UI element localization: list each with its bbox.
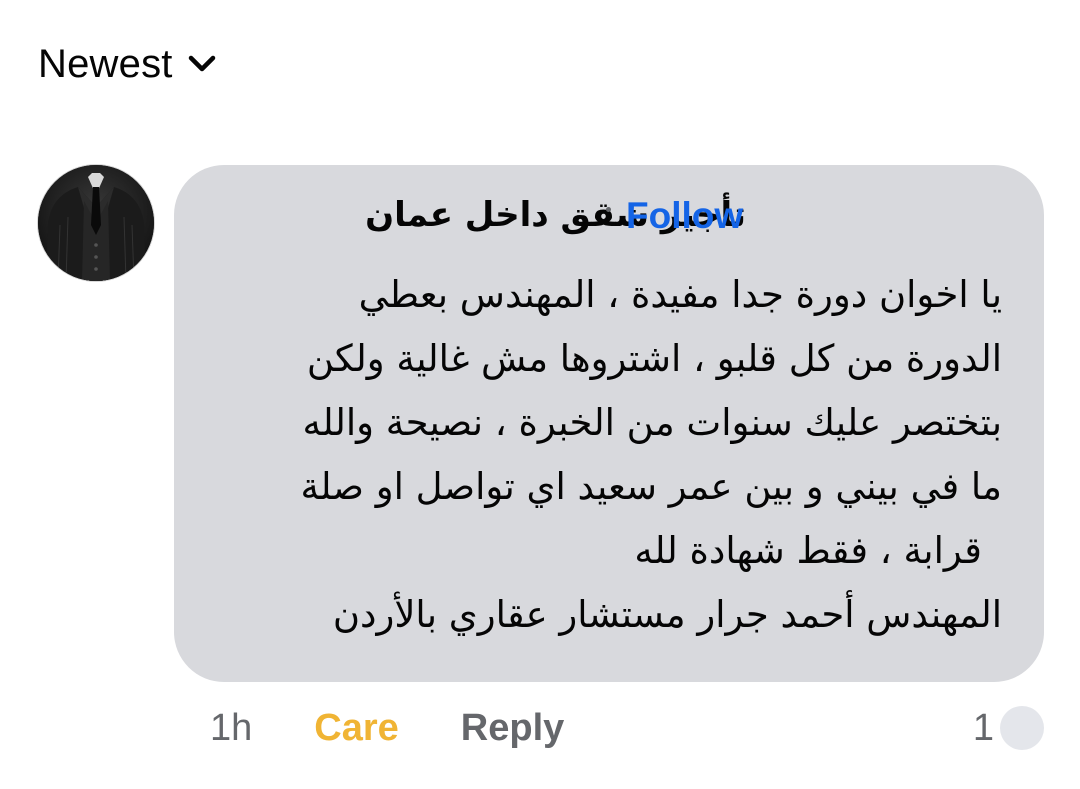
avatar-image xyxy=(38,165,154,281)
comment-actions: 1h Care Reply xyxy=(210,700,564,756)
reaction-summary[interactable]: 1 xyxy=(973,700,1044,756)
reaction-count: 1 xyxy=(972,706,994,749)
comment-timestamp[interactable]: 1h xyxy=(210,707,252,750)
sort-dropdown[interactable]: Newest xyxy=(38,38,217,90)
comment-line: قرابة ، فقط شهادة لله xyxy=(634,529,982,572)
comment-line: يا اخوان دورة جدا مفيدة ، المهندس بعطي xyxy=(358,273,1002,316)
separator-dot xyxy=(606,207,611,212)
comment-line: بتختصر عليك سنوات من الخبرة ، نصيحة والل… xyxy=(302,401,1002,444)
comment-bubble: تأجير شقق داخل عمان Follow يا اخوان دورة… xyxy=(174,165,1044,682)
comment-line: الدورة من كل قلبو ، اشتروها مش غالية ولك… xyxy=(306,337,1002,380)
comment-line: المهندس أحمد جرار مستشار عقاري بالأردن xyxy=(332,593,1002,636)
comment-line: ما في بيني و بين عمر سعيد اي تواصل او صل… xyxy=(300,465,1002,508)
comment-text: يا اخوان دورة جدا مفيدة ، المهندس بعطي ا… xyxy=(210,263,1002,647)
chevron-down-icon xyxy=(187,49,217,79)
follow-button[interactable]: Follow xyxy=(626,195,743,237)
reply-button[interactable]: Reply xyxy=(461,707,564,750)
sort-label: Newest xyxy=(38,42,173,86)
care-reaction-icon xyxy=(1000,706,1044,750)
care-reaction-button[interactable]: Care xyxy=(314,707,399,750)
avatar[interactable] xyxy=(38,165,154,281)
